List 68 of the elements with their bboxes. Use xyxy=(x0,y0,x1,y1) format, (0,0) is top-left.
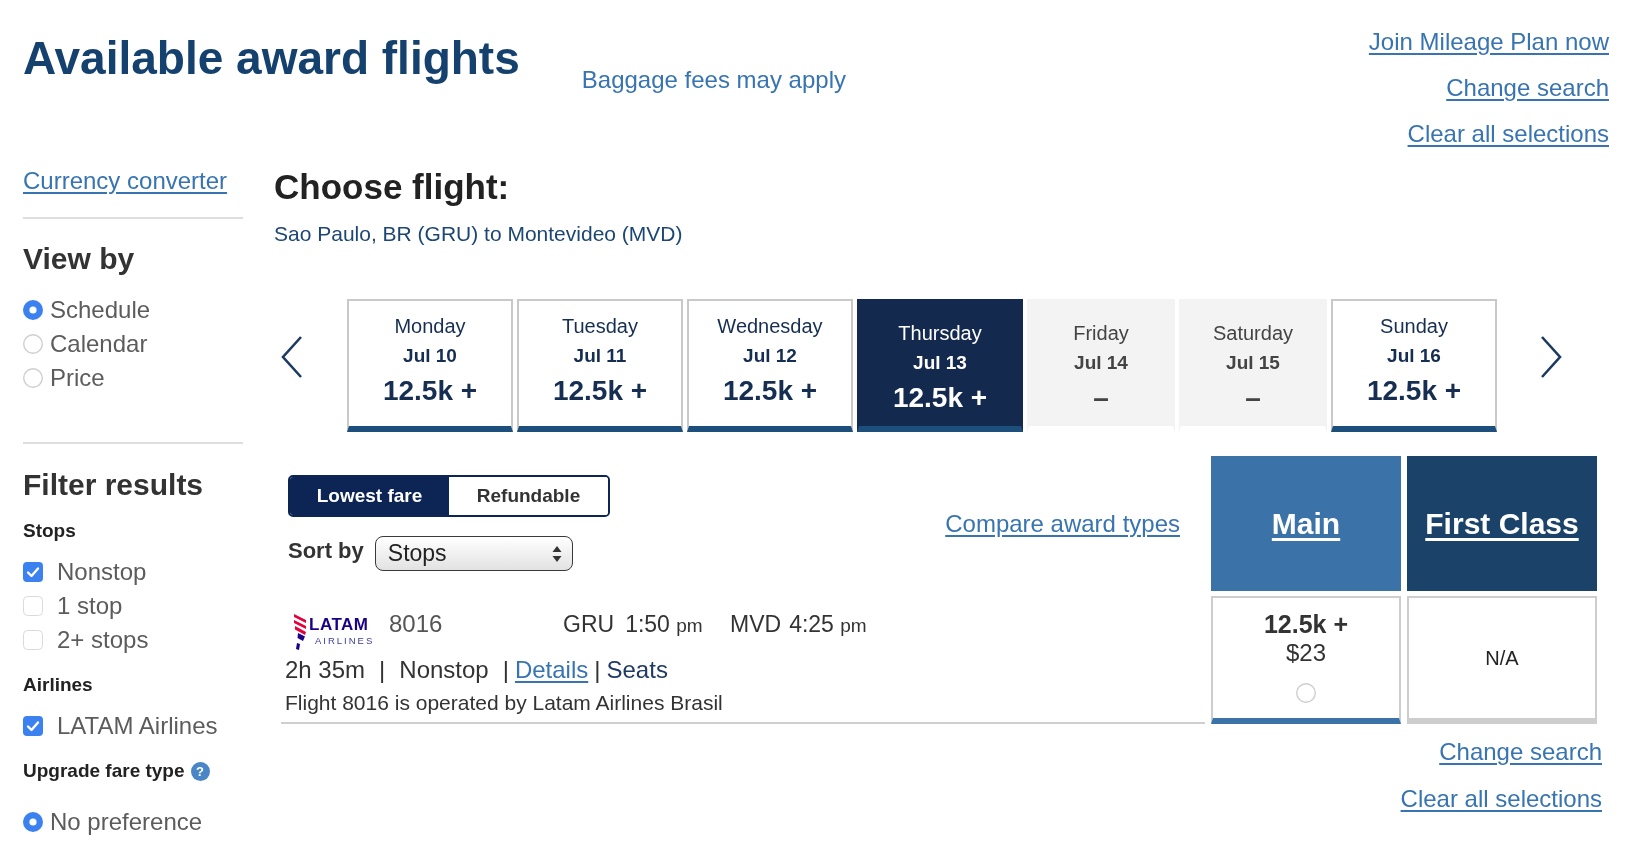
separator: | xyxy=(594,656,601,684)
section-heading: View by xyxy=(23,241,135,277)
date-tab[interactable]: Monday Jul 10 12.5k + xyxy=(347,299,513,432)
stripes-logo-icon xyxy=(293,613,308,651)
baggage-fees-link[interactable]: Baggage fees may apply xyxy=(581,66,846,94)
section-heading: Filter results xyxy=(23,467,204,503)
flight-info-text: 2h 35m xyxy=(285,656,366,684)
radio-button[interactable] xyxy=(23,300,43,320)
option-label: Price xyxy=(50,364,105,392)
currency-converter-link[interactable]: Currency converter xyxy=(23,167,228,195)
date-tab[interactable]: Tuesday Jul 11 12.5k + xyxy=(517,299,683,432)
fare-toggle-button[interactable]: Lowest fare xyxy=(290,477,449,515)
option-label: Schedule xyxy=(50,296,151,324)
header-link[interactable]: Change search xyxy=(1446,74,1609,102)
chevron-right-icon[interactable] xyxy=(1538,335,1564,379)
fare-miles: 12.5k + xyxy=(1263,609,1349,639)
option-label: Calendar xyxy=(50,330,148,358)
airline-logo-subtitle: AIRLINES xyxy=(315,635,375,647)
checkbox[interactable] xyxy=(23,562,43,582)
chevron-left-icon[interactable] xyxy=(279,335,305,379)
separator: | xyxy=(502,656,509,684)
date-tab[interactable]: Thursday Jul 13 12.5k + xyxy=(857,299,1023,432)
radio-button[interactable] xyxy=(23,812,43,832)
sort-label: Sort by xyxy=(288,537,364,564)
filter-group-title: Airlines xyxy=(23,673,93,697)
option-label: LATAM Airlines xyxy=(57,712,218,740)
fare-cash: $23 xyxy=(1285,639,1326,667)
route-text: Sao Paulo, BR (GRU) to Montevideo (MVD) xyxy=(274,221,684,247)
help-icon[interactable]: ? xyxy=(190,761,210,781)
checkbox[interactable] xyxy=(23,596,43,616)
option-label: 2+ stops xyxy=(57,626,149,654)
departure-time: 1:50 pm xyxy=(625,613,703,637)
operator-note: Flight 8016 is operated by Latam Airlines Brasil xyxy=(285,690,724,716)
arrival-airport: MVD xyxy=(730,613,782,637)
checkbox[interactable] xyxy=(23,630,43,650)
radio-button[interactable] xyxy=(1296,683,1316,703)
date-tab[interactable]: Friday Jul 14 – xyxy=(1027,299,1175,432)
details-link[interactable]: Details xyxy=(514,656,589,684)
airline-logo-name: LATAM xyxy=(309,615,369,635)
header-link[interactable]: Join Mileage Plan now xyxy=(1368,28,1609,56)
section-heading: Choose flight: xyxy=(274,167,511,207)
arrival-time: 4:25 pm xyxy=(789,613,867,637)
radio-button[interactable] xyxy=(23,368,43,388)
departure-airport: GRU xyxy=(563,613,615,637)
sort-select[interactable]: Stops xyxy=(374,536,573,571)
option-label: No preference xyxy=(50,808,203,836)
option-label: 1 stop xyxy=(57,592,123,620)
flight-number: 8016 xyxy=(389,613,444,635)
date-tab[interactable]: Sunday Jul 16 12.5k + xyxy=(1331,299,1497,432)
option-label: Nonstop xyxy=(57,558,147,586)
footer-link[interactable]: Clear all selections xyxy=(1400,785,1602,813)
checkbox[interactable] xyxy=(23,716,43,736)
filter-group-title: Stops xyxy=(23,519,76,543)
fare-type-link[interactable]: Main xyxy=(1271,506,1341,541)
header-link[interactable]: Clear all selections xyxy=(1407,120,1609,148)
radio-button[interactable] xyxy=(23,334,43,354)
flight-info-text: Nonstop xyxy=(399,656,489,684)
footer-link[interactable]: Change search xyxy=(1439,738,1602,766)
page-title: Available award flights xyxy=(23,31,520,86)
seats-link[interactable]: Seats xyxy=(606,656,668,684)
date-tab[interactable]: Wednesday Jul 12 12.5k + xyxy=(687,299,853,432)
up-down-arrows-icon xyxy=(551,544,562,563)
filter-group-title: Upgrade fare type xyxy=(23,759,185,783)
compare-award-types-link[interactable]: Compare award types xyxy=(945,509,1180,538)
separator: | xyxy=(379,656,386,684)
fare-unavailable-text: N/A xyxy=(1485,646,1519,670)
fare-type-link[interactable]: First Class xyxy=(1425,506,1579,541)
date-tab[interactable]: Saturday Jul 15 – xyxy=(1179,299,1327,432)
